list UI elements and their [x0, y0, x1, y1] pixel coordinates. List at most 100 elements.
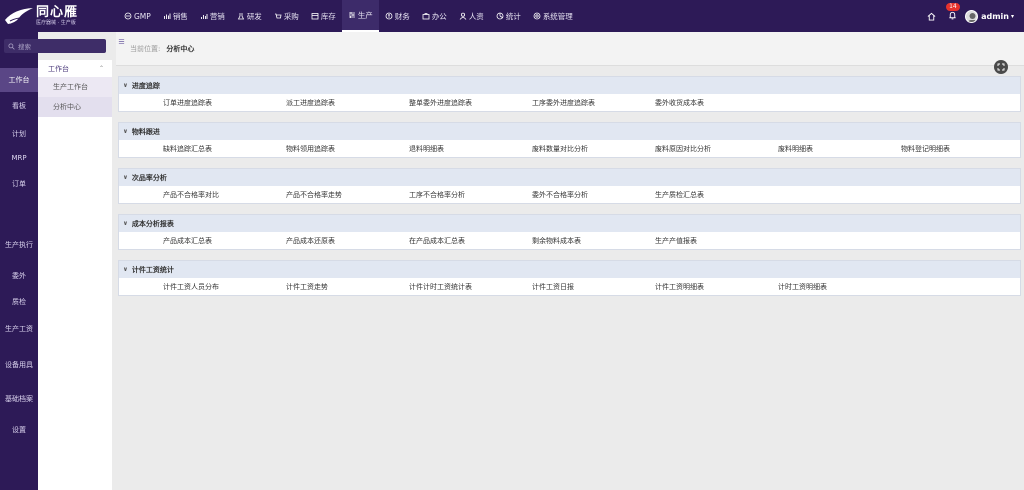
report-link[interactable]: 缺料追踪汇总表 [163, 144, 212, 154]
section-header[interactable]: ∨ 计件工资统计 [119, 261, 1020, 278]
search-input[interactable]: 搜索 [4, 39, 106, 53]
sidebar-item-0[interactable]: 工作台 [0, 68, 38, 92]
nav-item-3[interactable]: 研发 [231, 0, 268, 32]
sidebar-item-1[interactable]: 看板 [0, 94, 38, 118]
section-card-1: ∨ 物料跟进缺料追踪汇总表 物料领用追踪表 退料明细表 废料数量对比分析 废料原因对比分析… [118, 122, 1021, 158]
report-link[interactable]: 工序委外进度追踪表 [532, 98, 595, 108]
nav-item-8[interactable]: 办公 [416, 0, 453, 32]
sidebar-item-11[interactable]: 设置 [0, 418, 38, 442]
sub-sidebar-item-0[interactable]: 生产工作台 [38, 77, 112, 97]
report-link[interactable]: 生产产值报表 [655, 236, 697, 246]
report-link[interactable]: 生产质检汇总表 [655, 190, 704, 200]
report-link[interactable]: 物料登记明细表 [901, 144, 950, 154]
nav-item-1[interactable]: 销售 [157, 0, 194, 32]
notification-bell[interactable]: 14 [940, 2, 960, 22]
nav-item-2[interactable]: 营销 [194, 0, 231, 32]
sidebar-item-2[interactable]: 计划 [0, 122, 38, 146]
section-title: 物料跟进 [131, 127, 160, 136]
sidebar-item-7[interactable]: 质检 [0, 290, 38, 314]
bell-icon [949, 11, 956, 19]
report-link[interactable]: 剩余物料成本表 [532, 236, 581, 246]
report-link[interactable]: 废料原因对比分析 [655, 144, 711, 154]
report-link[interactable]: 整单委外进度追踪表 [409, 98, 472, 108]
sidebar-item-label: 订单 [12, 179, 26, 188]
sidebar-item-5[interactable]: 生产执行 [0, 230, 38, 260]
report-link[interactable]: 计件工资走势 [286, 282, 328, 292]
section-header[interactable]: ∨ 物料跟进 [119, 123, 1020, 140]
sub-sidebar-group-workbench[interactable]: 工作台 ⌃ [38, 60, 112, 77]
avatar-image-icon [968, 12, 978, 22]
sidebar-item-8[interactable]: 生产工资 [0, 314, 38, 344]
report-link[interactable]: 订单进度追踪表 [163, 98, 212, 108]
section-title: 计件工资统计 [131, 265, 174, 274]
nav-item-label: 生产 [357, 10, 373, 20]
nav-item-label: 统计 [505, 11, 521, 21]
section-header[interactable]: ∨ 进度追踪 [119, 77, 1020, 94]
report-link[interactable]: 计件工资人员分布 [163, 282, 219, 292]
report-link[interactable]: 计件工资日报 [532, 282, 574, 292]
section-card-2: ∨ 次品率分析产品不合格率对比 产品不合格率走势 工序不合格率分析 委外不合格率分析 生产… [118, 168, 1021, 204]
user-name[interactable]: admin [981, 12, 1009, 21]
breadcrumb-current: 分析中心 [166, 44, 195, 53]
section-links: 产品成本汇总表 产品成本还原表 在产品成本汇总表 剩余物料成本表 生产产值报表 [119, 232, 1020, 249]
report-link[interactable]: 产品成本汇总表 [163, 236, 212, 246]
report-link[interactable]: 退料明细表 [409, 144, 444, 154]
report-link[interactable]: 计件工资明细表 [655, 282, 704, 292]
inventory-icon [311, 13, 319, 20]
nav-item-6[interactable]: 生产 [341, 0, 379, 32]
section-title: 成本分析报表 [131, 219, 174, 228]
chevron-down-icon[interactable]: ▾ [1011, 13, 1014, 20]
sidebar-item-9[interactable]: 设备用具 [0, 350, 38, 380]
main-nav: GMP 销售 营销 研发 采购 库存 生产 财务 办公 人资 统计 系统管理 [118, 0, 579, 32]
section-header[interactable]: ∨ 成本分析报表 [119, 215, 1020, 232]
report-link[interactable]: 计时工资明细表 [778, 282, 827, 292]
report-link[interactable]: 产品成本还原表 [286, 236, 335, 246]
nav-item-5[interactable]: 库存 [305, 0, 342, 32]
nav-item-7[interactable]: 财务 [379, 0, 416, 32]
report-link[interactable]: 计件计时工资统计表 [409, 282, 472, 292]
nav-item-label: 库存 [320, 11, 336, 21]
collapse-menu-icon[interactable] [118, 38, 125, 45]
report-link[interactable]: 产品不合格率走势 [286, 190, 342, 200]
report-link[interactable]: 物料领用追踪表 [286, 144, 335, 154]
sidebar-item-label: 生产执行 [5, 240, 33, 249]
report-link[interactable]: 工序不合格率分析 [409, 190, 465, 200]
fullscreen-button[interactable] [994, 60, 1008, 74]
chevron-down-icon: ∨ [123, 266, 128, 273]
nav-item-10[interactable]: 统计 [490, 0, 527, 32]
report-link[interactable]: 委外收货成本表 [655, 98, 704, 108]
sidebar-item-10[interactable]: 基础档案 [0, 384, 38, 414]
logo[interactable]: 同心雁 医疗器械 · 生产版 [0, 0, 110, 32]
top-bar: 同心雁 医疗器械 · 生产版 GMP 销售 营销 研发 采购 库存 生产 财务 办公 人资 统计 系统… [0, 0, 1024, 32]
marketing-chart-icon [200, 14, 208, 19]
report-link[interactable]: 废料数量对比分析 [532, 144, 588, 154]
report-link[interactable]: 废料明细表 [778, 144, 813, 154]
settings-icon [533, 12, 541, 20]
bird-logo-icon [5, 8, 33, 24]
home-icon[interactable] [927, 12, 936, 21]
report-link[interactable]: 派工进度追踪表 [286, 98, 335, 108]
logo-subtitle: 医疗器械 · 生产版 [36, 19, 76, 26]
sidebar-item-3[interactable]: MRP [0, 146, 38, 170]
sub-sidebar-item-1[interactable]: 分析中心 [38, 97, 112, 117]
breadcrumb: 当前位置: 分析中心 [116, 32, 1024, 66]
nav-item-11[interactable]: 系统管理 [527, 0, 579, 32]
nav-item-label: 采购 [283, 11, 299, 21]
nav-item-label: 销售 [172, 11, 188, 21]
report-link[interactable]: 委外不合格率分析 [532, 190, 588, 200]
nav-item-9[interactable]: 人资 [453, 0, 490, 32]
report-link[interactable]: 产品不合格率对比 [163, 190, 219, 200]
sub-sidebar: 工作台 ⌃ 生产工作台 分析中心 [38, 60, 112, 490]
section-header[interactable]: ∨ 次品率分析 [119, 169, 1020, 186]
production-icon [348, 12, 355, 18]
sidebar-item-4[interactable]: 订单 [0, 172, 38, 196]
sidebar-item-label: 质检 [12, 297, 26, 306]
sub-sidebar-group-label: 工作台 [48, 64, 69, 73]
nav-item-0[interactable]: GMP [118, 0, 157, 32]
sidebar-item-label: 设置 [12, 425, 26, 434]
nav-item-4[interactable]: 采购 [268, 0, 305, 32]
avatar[interactable] [965, 9, 979, 23]
nav-item-label: GMP [134, 11, 151, 21]
report-link[interactable]: 在产品成本汇总表 [409, 236, 465, 246]
sidebar-item-6[interactable]: 委外 [0, 264, 38, 288]
